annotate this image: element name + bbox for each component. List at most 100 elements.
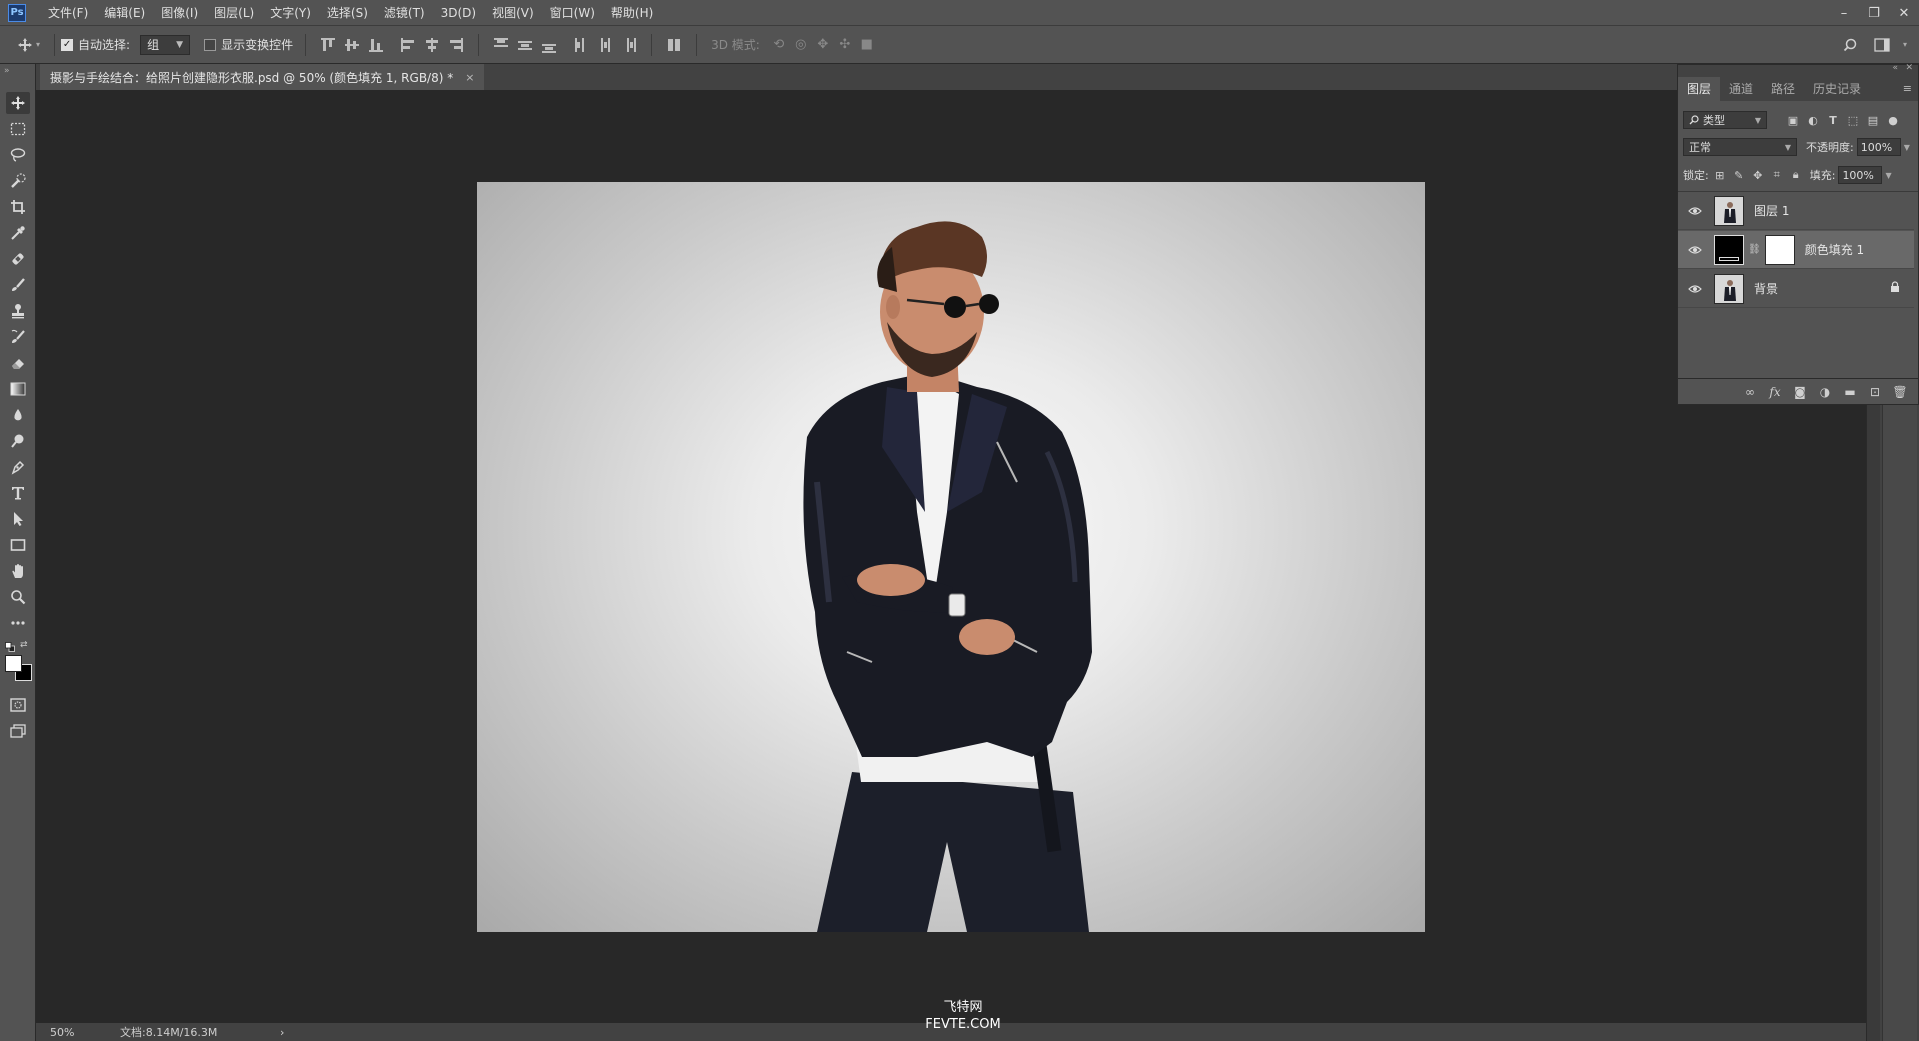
search-icon[interactable]: [1839, 34, 1861, 56]
lock-icon[interactable]: [1890, 281, 1900, 296]
new-layer-icon[interactable]: ⊡: [1867, 385, 1883, 399]
link-icon[interactable]: ∞: [1742, 385, 1758, 399]
mask-icon[interactable]: ◙: [1792, 385, 1808, 399]
filter-type-layers-icon[interactable]: T: [1825, 112, 1841, 128]
blend-mode-dropdown[interactable]: 正常 ▼: [1683, 138, 1797, 156]
quick-mask-icon[interactable]: [6, 694, 30, 716]
lock-transparent-pixels-icon[interactable]: ⊞: [1712, 167, 1728, 183]
move-tool-icon[interactable]: [6, 92, 30, 114]
filter-smart-objects-icon[interactable]: ▤: [1865, 112, 1881, 128]
dodge-tool-icon[interactable]: [6, 430, 30, 452]
eye-icon[interactable]: [1684, 284, 1706, 294]
minimize-button[interactable]: –: [1829, 0, 1859, 26]
panel-close-icon[interactable]: ✕: [1905, 63, 1913, 73]
menu-filter[interactable]: 滤镜(T): [376, 0, 433, 26]
foreground-color-swatch[interactable]: [5, 655, 22, 672]
lock-image-pixels-icon[interactable]: ✎: [1731, 167, 1747, 183]
show-transform-checkbox[interactable]: [204, 38, 217, 51]
align-bottom-edges-icon[interactable]: [366, 35, 386, 55]
layer-row-layer1[interactable]: 图层 1: [1678, 192, 1914, 230]
distribute-vertical-centers-icon[interactable]: [515, 35, 535, 55]
fill-chevron-icon[interactable]: ▼: [1885, 171, 1891, 180]
eye-icon[interactable]: [1684, 206, 1706, 216]
healing-brush-tool-icon[interactable]: [6, 248, 30, 270]
align-top-edges-icon[interactable]: [318, 35, 338, 55]
eye-icon[interactable]: [1684, 245, 1706, 255]
close-window-button[interactable]: ✕: [1889, 0, 1919, 26]
3d-drag-icon[interactable]: ✥: [812, 34, 834, 56]
distribute-right-icon[interactable]: [619, 35, 639, 55]
path-selection-tool-icon[interactable]: [6, 508, 30, 530]
layer-row-background[interactable]: 背景: [1678, 270, 1914, 308]
layer-filter-kind-dropdown[interactable]: 类型 ▼: [1683, 111, 1767, 129]
menu-layer[interactable]: 图层(L): [206, 0, 262, 26]
folder-icon[interactable]: ▬: [1842, 385, 1858, 399]
menu-file[interactable]: 文件(F): [40, 0, 96, 26]
opacity-chevron-icon[interactable]: ▼: [1904, 143, 1910, 152]
canvas-workspace[interactable]: [37, 90, 1866, 1025]
align-vertical-centers-icon[interactable]: [342, 35, 362, 55]
restore-button[interactable]: ❐: [1859, 0, 1889, 26]
menu-view[interactable]: 视图(V): [484, 0, 542, 26]
hand-tool-icon[interactable]: [6, 560, 30, 582]
3d-orbit-icon[interactable]: ⟲: [768, 34, 790, 56]
adjustment-icon[interactable]: ◑: [1817, 385, 1833, 399]
align-horizontal-centers-icon[interactable]: [422, 35, 442, 55]
fx-icon[interactable]: fx: [1767, 385, 1783, 399]
distribute-left-icon[interactable]: [571, 35, 591, 55]
workspace-switcher-icon[interactable]: [1871, 34, 1893, 56]
move-tool-preset-icon[interactable]: [14, 34, 36, 56]
mask-link-icon[interactable]: ⛓︎: [1748, 244, 1761, 255]
menu-help[interactable]: 帮助(H): [603, 0, 661, 26]
pen-tool-icon[interactable]: [6, 456, 30, 478]
trash-icon[interactable]: 🗑︎: [1892, 385, 1908, 399]
brush-tool-icon[interactable]: [6, 274, 30, 296]
filter-shape-layers-icon[interactable]: ⬚: [1845, 112, 1861, 128]
tab-paths[interactable]: 路径: [1762, 77, 1804, 101]
edit-toolbar-icon[interactable]: [6, 612, 30, 634]
marquee-tool-icon[interactable]: [6, 118, 30, 140]
fill-color-thumbnail[interactable]: [1714, 234, 1744, 265]
panel-collapse-icon[interactable]: «: [1892, 63, 1898, 73]
layer-name[interactable]: 背景: [1754, 280, 1778, 297]
layer-mask-thumbnail[interactable]: [1764, 234, 1795, 265]
panel-dock-scrollbar[interactable]: [1880, 405, 1919, 1041]
rectangle-tool-icon[interactable]: [6, 534, 30, 556]
status-menu-arrow-icon[interactable]: ›: [280, 1026, 284, 1039]
auto-select-checkbox[interactable]: ✓: [61, 38, 74, 51]
screen-mode-icon[interactable]: [6, 720, 30, 742]
eyedropper-tool-icon[interactable]: [6, 222, 30, 244]
swap-colors-icon[interactable]: ⇄: [20, 640, 30, 650]
scrollbar-thumb[interactable]: [1882, 405, 1917, 1041]
document-canvas[interactable]: [477, 182, 1425, 932]
workspace-chevron-down-icon[interactable]: ▾: [1903, 40, 1907, 49]
lock-artboard-icon[interactable]: ⌗: [1769, 167, 1785, 183]
layer-row-color-fill-1[interactable]: ⛓︎ 颜色填充 1: [1678, 231, 1914, 269]
default-colors-icon[interactable]: [5, 641, 15, 652]
3d-roll-icon[interactable]: ◎: [790, 34, 812, 56]
zoom-level[interactable]: 50%: [50, 1026, 110, 1039]
filter-adjustment-layers-icon[interactable]: ◐: [1805, 112, 1821, 128]
tab-history[interactable]: 历史记录: [1804, 77, 1870, 101]
filter-toggle-icon[interactable]: ●: [1885, 112, 1901, 128]
distribute-horizontal-centers-icon[interactable]: [595, 35, 615, 55]
history-brush-tool-icon[interactable]: [6, 326, 30, 348]
gradient-tool-icon[interactable]: [6, 378, 30, 400]
auto-align-layers-icon[interactable]: [664, 35, 684, 55]
toolbar-collapse-icon[interactable]: »: [4, 66, 10, 76]
lock-all-icon[interactable]: 🔒︎: [1788, 167, 1804, 183]
distribute-bottom-icon[interactable]: [539, 35, 559, 55]
close-tab-icon[interactable]: ×: [465, 71, 474, 84]
3d-video-camera-icon[interactable]: ■: [856, 34, 878, 56]
preset-chevron-down-icon[interactable]: ▾: [36, 40, 40, 49]
menu-edit[interactable]: 编辑(E): [96, 0, 153, 26]
menu-window[interactable]: 窗口(W): [542, 0, 603, 26]
align-right-edges-icon[interactable]: [446, 35, 466, 55]
tab-channels[interactable]: 通道: [1720, 77, 1762, 101]
tab-layers[interactable]: 图层: [1678, 77, 1721, 101]
panel-menu-icon[interactable]: ≡: [1903, 82, 1912, 95]
quick-selection-tool-icon[interactable]: [6, 170, 30, 192]
lock-position-icon[interactable]: ✥: [1750, 167, 1766, 183]
align-left-edges-icon[interactable]: [398, 35, 418, 55]
filter-pixel-layers-icon[interactable]: ▣: [1785, 112, 1801, 128]
